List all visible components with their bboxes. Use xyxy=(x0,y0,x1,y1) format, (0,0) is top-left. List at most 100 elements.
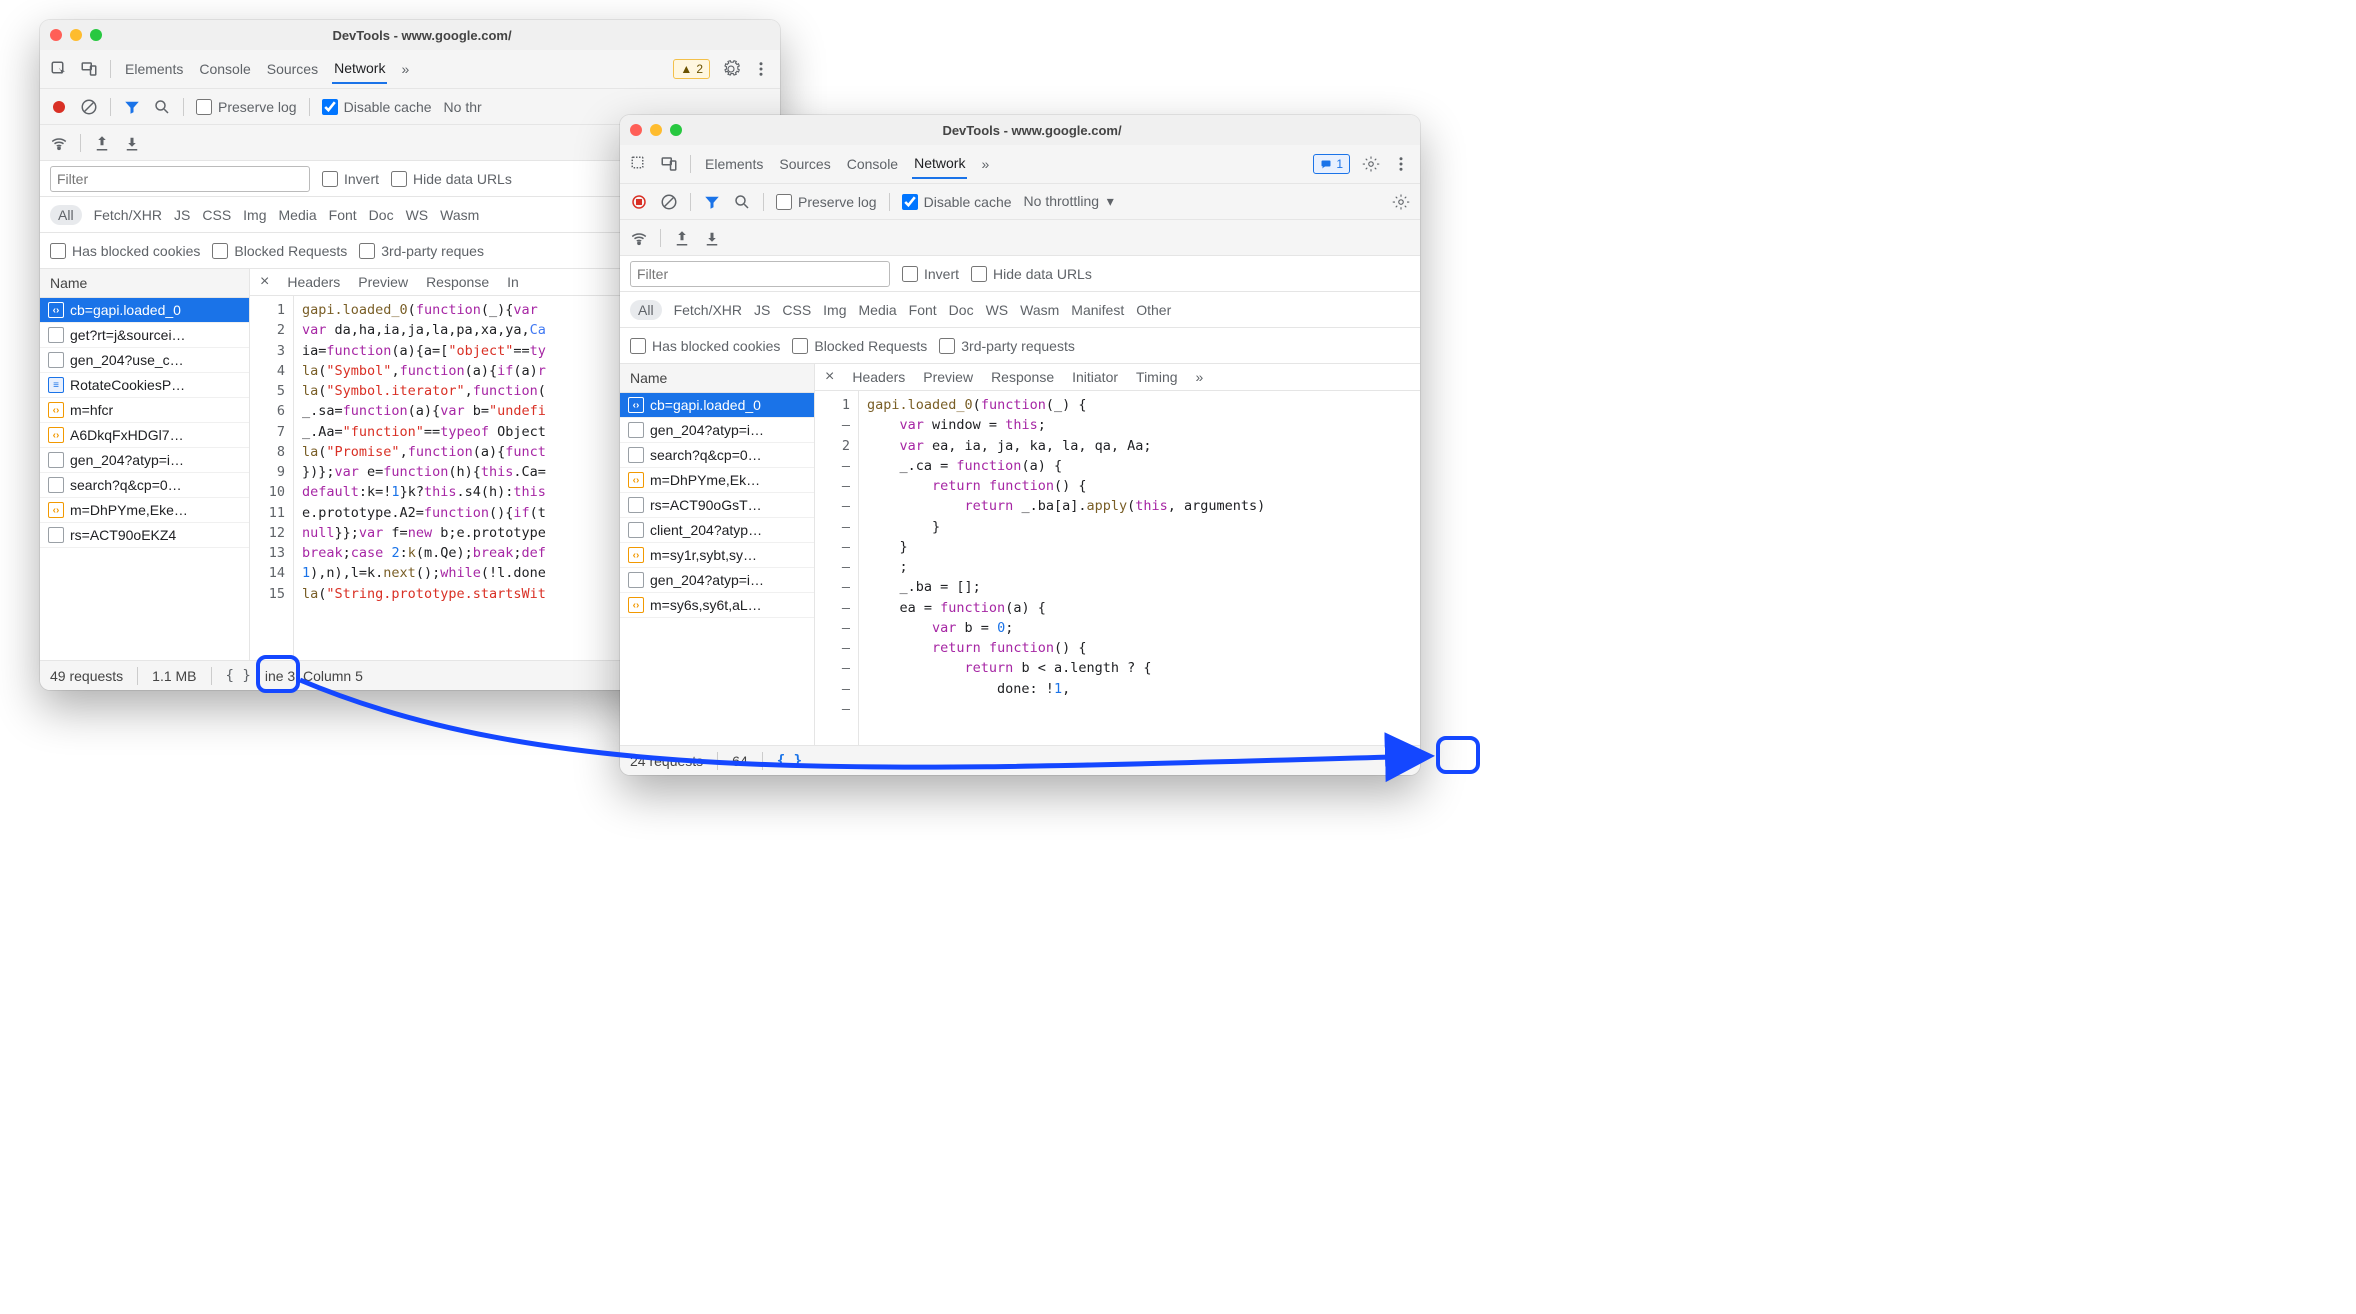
type-filter[interactable]: Fetch/XHR xyxy=(94,207,162,223)
record-icon[interactable] xyxy=(50,98,68,116)
detail-tab-more[interactable]: In xyxy=(507,274,519,290)
name-column-header[interactable]: Name xyxy=(620,364,814,393)
minimize-window-icon[interactable] xyxy=(70,29,82,41)
request-row[interactable]: client_204?atyp… xyxy=(620,518,814,543)
kebab-menu-icon[interactable] xyxy=(1392,155,1410,173)
tab-console[interactable]: Console xyxy=(845,150,900,178)
tabs-overflow[interactable]: » xyxy=(399,55,411,83)
request-row[interactable]: gen_204?atyp=i… xyxy=(620,568,814,593)
kebab-menu-icon[interactable] xyxy=(752,60,770,78)
request-row[interactable]: gen_204?atyp=i… xyxy=(620,418,814,443)
preserve-log-checkbox[interactable]: Preserve log xyxy=(776,194,877,210)
type-filter[interactable]: Font xyxy=(329,207,357,223)
request-row[interactable]: ‹›cb=gapi.loaded_0 xyxy=(40,298,249,323)
upload-har-icon[interactable] xyxy=(93,134,111,152)
detail-tabs-overflow[interactable]: » xyxy=(1196,369,1204,385)
detail-tab-preview[interactable]: Preview xyxy=(923,369,973,385)
detail-tab-timing[interactable]: Timing xyxy=(1136,369,1178,385)
tabs-overflow[interactable]: » xyxy=(979,150,991,178)
detail-tab-response[interactable]: Response xyxy=(991,369,1054,385)
detail-tab-response[interactable]: Response xyxy=(426,274,489,290)
has-blocked-cookies-checkbox[interactable]: Has blocked cookies xyxy=(630,338,780,354)
maximize-window-icon[interactable] xyxy=(90,29,102,41)
filter-input[interactable] xyxy=(50,166,310,192)
request-row[interactable]: ‹›m=DhPYme,Eke… xyxy=(40,498,249,523)
tab-sources[interactable]: Sources xyxy=(777,150,832,178)
type-filter[interactable]: JS xyxy=(754,302,770,318)
gear-icon[interactable] xyxy=(722,60,740,78)
request-row[interactable]: gen_204?use_c… xyxy=(40,348,249,373)
type-filter[interactable]: Media xyxy=(279,207,317,223)
request-row[interactable]: ‹›m=hfcr xyxy=(40,398,249,423)
clear-icon[interactable] xyxy=(660,193,678,211)
panel-gear-icon[interactable] xyxy=(1392,193,1410,211)
tab-console[interactable]: Console xyxy=(197,55,252,83)
response-code-view[interactable]: 1–2––––––––––––– gapi.loaded_0(function(… xyxy=(815,391,1420,745)
close-window-icon[interactable] xyxy=(50,29,62,41)
type-filter[interactable]: Wasm xyxy=(1020,302,1059,318)
type-filter[interactable]: Doc xyxy=(949,302,974,318)
download-har-icon[interactable] xyxy=(703,229,721,247)
detail-tab-preview[interactable]: Preview xyxy=(358,274,408,290)
detail-tab-headers[interactable]: Headers xyxy=(852,369,905,385)
network-conditions-icon[interactable] xyxy=(50,134,68,152)
type-filter[interactable]: Manifest xyxy=(1071,302,1124,318)
type-filter[interactable]: CSS xyxy=(202,207,231,223)
throttling-select[interactable]: No throttling ▾ xyxy=(1024,193,1114,210)
type-filter[interactable]: Img xyxy=(823,302,846,318)
type-filter[interactable]: Wasm xyxy=(440,207,479,223)
preserve-log-checkbox[interactable]: Preserve log xyxy=(196,99,297,115)
request-row[interactable]: get?rt=j&sourcei… xyxy=(40,323,249,348)
invert-checkbox[interactable]: Invert xyxy=(902,266,959,282)
filter-icon[interactable] xyxy=(703,193,721,211)
type-filter[interactable]: Font xyxy=(909,302,937,318)
blocked-requests-checkbox[interactable]: Blocked Requests xyxy=(212,243,347,259)
invert-checkbox[interactable]: Invert xyxy=(322,171,379,187)
messages-badge[interactable]: 1 xyxy=(1313,154,1350,174)
type-filter[interactable]: Other xyxy=(1136,302,1171,318)
tab-elements[interactable]: Elements xyxy=(703,150,765,178)
type-filter[interactable]: Doc xyxy=(369,207,394,223)
request-row[interactable]: ‹›m=DhPYme,Ek… xyxy=(620,468,814,493)
inspect-icon[interactable] xyxy=(50,60,68,78)
tab-sources[interactable]: Sources xyxy=(265,55,320,83)
close-detail-icon[interactable]: × xyxy=(825,368,834,386)
tab-network[interactable]: Network xyxy=(332,54,387,84)
type-filter[interactable]: Media xyxy=(859,302,897,318)
gear-icon[interactable] xyxy=(1362,155,1380,173)
type-filter-all[interactable]: All xyxy=(50,205,82,225)
type-filter[interactable]: Img xyxy=(243,207,266,223)
pretty-print-icon[interactable]: { } xyxy=(226,668,251,684)
request-row[interactable]: ‹›A6DkqFxHDGl7… xyxy=(40,423,249,448)
detail-tab-initiator[interactable]: Initiator xyxy=(1072,369,1118,385)
third-party-checkbox[interactable]: 3rd-party requests xyxy=(939,338,1075,354)
blocked-requests-checkbox[interactable]: Blocked Requests xyxy=(792,338,927,354)
search-icon[interactable] xyxy=(153,98,171,116)
request-row[interactable]: ‹›cb=gapi.loaded_0 xyxy=(620,393,814,418)
type-filter[interactable]: Fetch/XHR xyxy=(674,302,742,318)
device-toggle-icon[interactable] xyxy=(660,155,678,173)
request-row[interactable]: search?q&cp=0… xyxy=(620,443,814,468)
close-window-icon[interactable] xyxy=(630,124,642,136)
request-row[interactable]: gen_204?atyp=i… xyxy=(40,448,249,473)
request-row[interactable]: ≡RotateCookiesP… xyxy=(40,373,249,398)
request-row[interactable]: rs=ACT90oEKZ4 xyxy=(40,523,249,548)
tab-network[interactable]: Network xyxy=(912,149,967,179)
request-row[interactable]: search?q&cp=0… xyxy=(40,473,249,498)
download-har-icon[interactable] xyxy=(123,134,141,152)
tab-elements[interactable]: Elements xyxy=(123,55,185,83)
maximize-window-icon[interactable] xyxy=(670,124,682,136)
hide-data-urls-checkbox[interactable]: Hide data URLs xyxy=(971,266,1092,282)
close-detail-icon[interactable]: × xyxy=(260,273,269,291)
type-filter[interactable]: WS xyxy=(406,207,429,223)
third-party-checkbox[interactable]: 3rd-party reques xyxy=(359,243,484,259)
request-row[interactable]: ‹›m=sy6s,sy6t,aL… xyxy=(620,593,814,618)
type-filter[interactable]: JS xyxy=(174,207,190,223)
inspect-icon[interactable] xyxy=(630,155,648,173)
pretty-print-icon[interactable]: { } xyxy=(777,753,802,769)
disable-cache-checkbox[interactable]: Disable cache xyxy=(902,194,1012,210)
name-column-header[interactable]: Name xyxy=(40,269,249,298)
minimize-window-icon[interactable] xyxy=(650,124,662,136)
type-filter[interactable]: CSS xyxy=(782,302,811,318)
type-filter-all[interactable]: All xyxy=(630,300,662,320)
